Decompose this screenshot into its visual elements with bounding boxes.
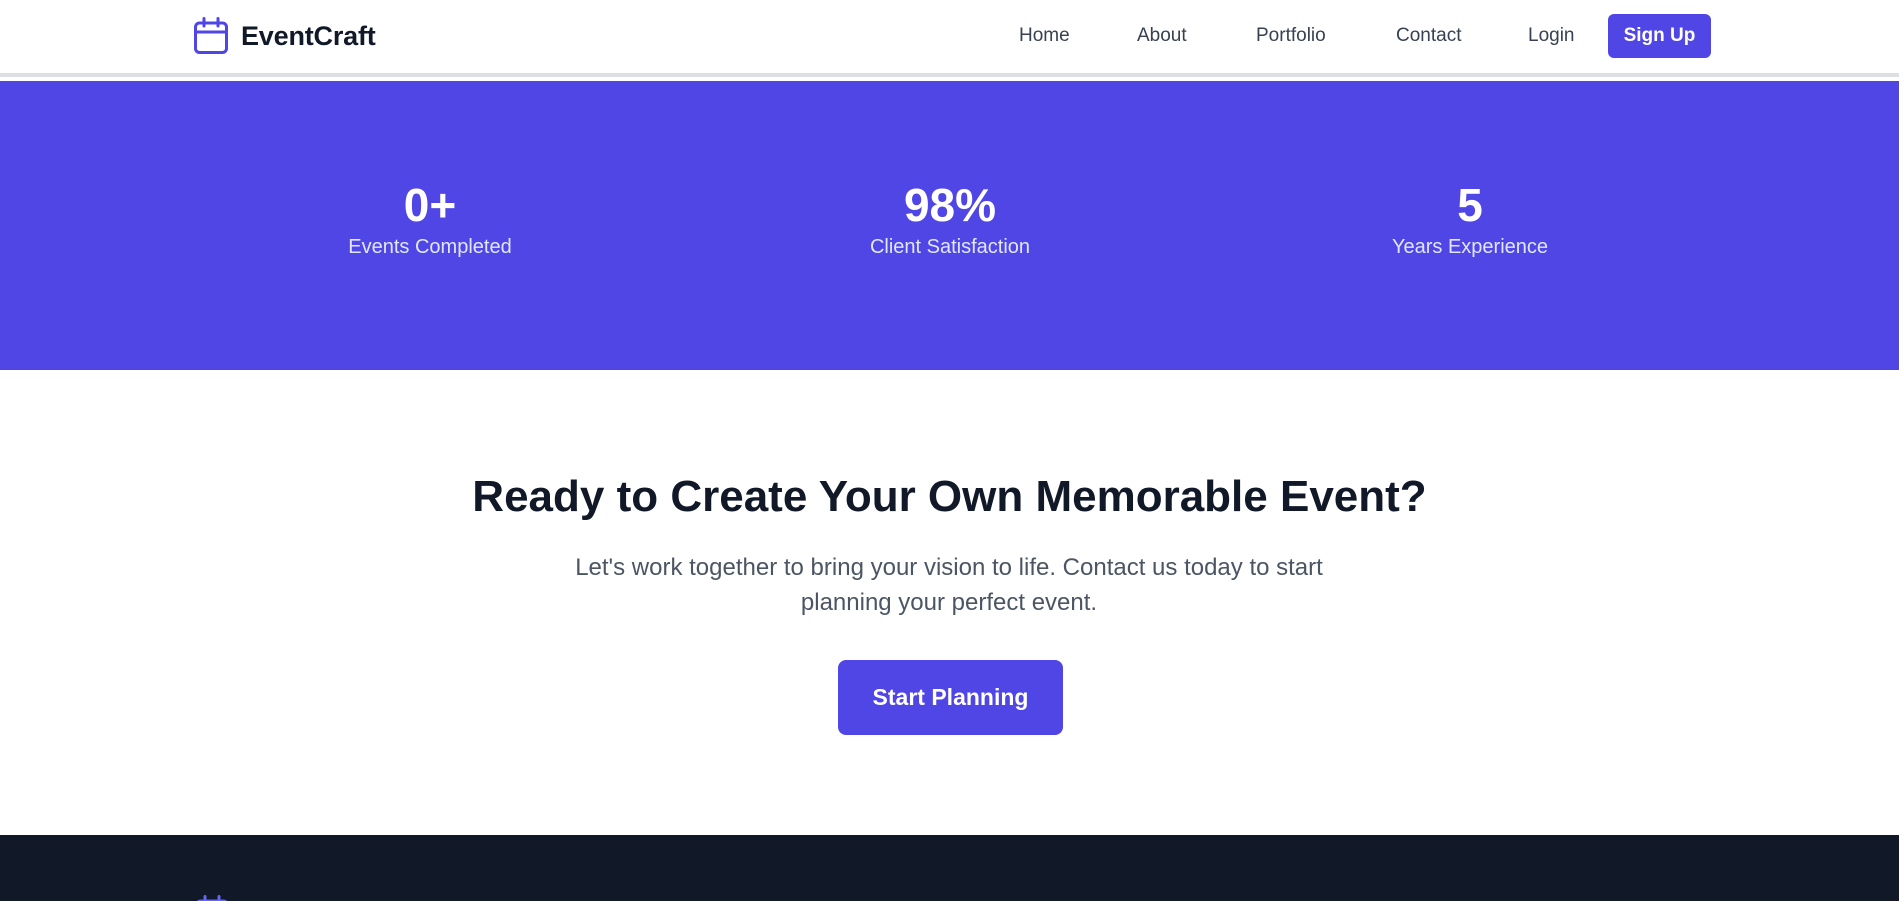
nav-link-portfolio[interactable]: Portfolio (1256, 14, 1326, 58)
stat-years-experience: 5 Years Experience (1320, 178, 1620, 260)
stat-value: 0+ (403, 179, 457, 231)
stats-section: 0+ Events Completed 98% Client Satisfact… (0, 81, 1899, 370)
nav-link-home[interactable]: Home (1019, 14, 1070, 58)
stat-label: Client Satisfaction (869, 236, 1031, 258)
footer (0, 835, 1899, 901)
nav-link-about[interactable]: About (1137, 14, 1187, 58)
calendar-icon (194, 895, 230, 901)
stat-client-satisfaction: 98% Client Satisfaction (800, 178, 1100, 260)
cta-description: Let's work together to bring your vision… (575, 554, 1323, 616)
nav-link-contact[interactable]: Contact (1396, 14, 1461, 58)
stat-events-completed: 0+ Events Completed (280, 178, 580, 260)
sign-up-button[interactable]: Sign Up (1608, 14, 1711, 58)
stat-label: Events Completed (348, 236, 512, 258)
stat-label: Years Experience (1391, 236, 1549, 258)
stat-value: 5 (1457, 179, 1483, 231)
stat-value: 98% (903, 179, 997, 231)
start-planning-button[interactable]: Start Planning (838, 660, 1063, 735)
login-link[interactable]: Login (1528, 14, 1575, 58)
navbar: EventCraft Home About Portfolio Contact … (0, 0, 1899, 77)
main-navigation: Home About Portfolio Contact Login Sign … (0, 14, 1899, 58)
cta-title: Ready to Create Your Own Memorable Event… (472, 472, 1427, 521)
cta-section: Ready to Create Your Own Memorable Event… (0, 370, 1899, 835)
